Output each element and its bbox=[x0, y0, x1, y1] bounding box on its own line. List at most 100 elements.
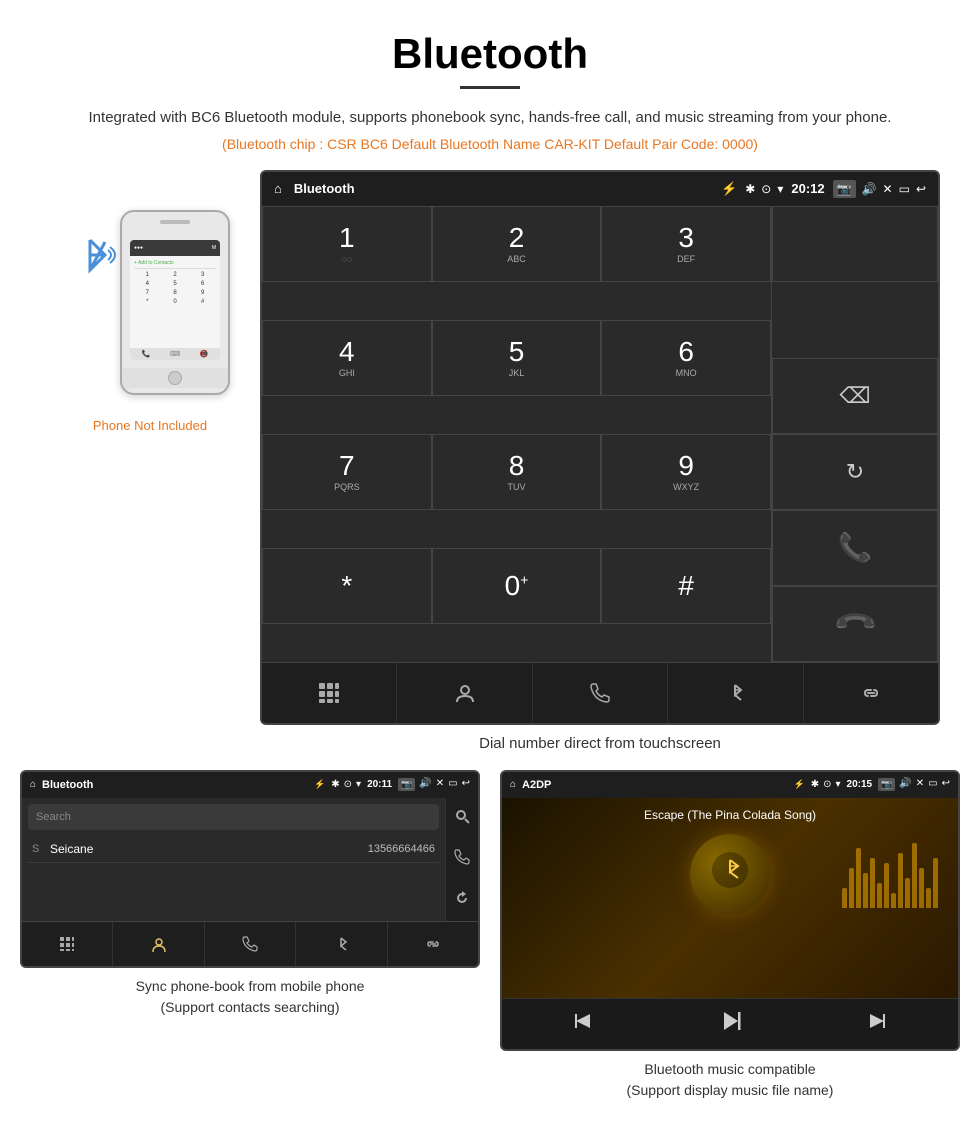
phonebook-side-icons bbox=[445, 798, 478, 921]
music-screen: ⌂ A2DP ⚡ ✱ ⊙ ▾ 20:15 📷 🔊 ✕ ▭ ↩ bbox=[500, 770, 960, 1051]
pb-status-icons: ✱ ⊙ ▾ bbox=[331, 779, 361, 790]
phonebook-screen: ⌂ Bluetooth ⚡ ✱ ⊙ ▾ 20:11 📷 🔊 ✕ ▭ ↩ bbox=[20, 770, 480, 968]
statusbar-time: 20:12 bbox=[791, 181, 824, 196]
pb-time: 20:11 bbox=[367, 779, 392, 790]
music-next-btn[interactable] bbox=[865, 1009, 889, 1039]
pb-title: Bluetooth bbox=[42, 779, 308, 791]
close-icon: ✕ bbox=[883, 182, 893, 196]
dialer-side-panel: ⌫ ↻ 📞 📞 bbox=[772, 206, 938, 662]
music-note-icon bbox=[710, 850, 750, 898]
bottom-contacts-icon[interactable] bbox=[397, 663, 532, 723]
bottom-apps-icon[interactable] bbox=[262, 663, 397, 723]
signal-icon: ▾ bbox=[777, 182, 783, 196]
phonebook-body: Search S Seicane 13566664466 bbox=[22, 798, 478, 921]
contact-letter: S bbox=[32, 843, 50, 855]
pb-back-icon: ↩ bbox=[462, 778, 470, 791]
phonebook-list-area: Search S Seicane 13566664466 bbox=[22, 798, 445, 921]
dialer-backspace-btn[interactable]: ⌫ bbox=[772, 358, 938, 434]
dial-key-9[interactable]: 9 WXYZ bbox=[601, 434, 771, 510]
contact-name: Seicane bbox=[50, 842, 368, 856]
car-dialer-screen: ⌂ Bluetooth ⚡ ✱ ⊙ ▾ 20:12 📷 🔊 ✕ ▭ ↩ 1 bbox=[260, 170, 940, 725]
phonebook-screen-block: ⌂ Bluetooth ⚡ ✱ ⊙ ▾ 20:11 📷 🔊 ✕ ▭ ↩ bbox=[20, 770, 480, 1101]
bottom-bluetooth-icon[interactable] bbox=[668, 663, 803, 723]
pb-apps-icon[interactable] bbox=[22, 922, 113, 966]
dialer-display-area bbox=[772, 206, 938, 282]
back-icon: ↩ bbox=[916, 182, 926, 196]
statusbar-bt-title: Bluetooth bbox=[294, 181, 713, 196]
music-loc-icon: ⊙ bbox=[823, 779, 831, 790]
bottom-screens: ⌂ Bluetooth ⚡ ✱ ⊙ ▾ 20:11 📷 🔊 ✕ ▭ ↩ bbox=[0, 770, 980, 1101]
dialer-bottom-bar bbox=[262, 662, 938, 723]
pb-contacts-icon[interactable] bbox=[113, 922, 204, 966]
phone-not-included-label: Phone Not Included bbox=[93, 418, 207, 433]
music-x-icon: ✕ bbox=[916, 778, 924, 791]
location-icon: ⊙ bbox=[761, 182, 771, 196]
dialer-call-green-btn[interactable]: 📞 bbox=[772, 510, 938, 586]
music-win-icon: ▭ bbox=[928, 778, 937, 791]
contact-number: 13566664466 bbox=[368, 843, 435, 855]
pb-home-icon: ⌂ bbox=[30, 779, 36, 790]
phone-illustration-col: ●●● M + Add to Contacts 123 456 789 *0# bbox=[40, 200, 260, 433]
music-caption: Bluetooth music compatible(Support displ… bbox=[627, 1059, 834, 1101]
dial-caption: Dial number direct from touchscreen bbox=[220, 735, 980, 752]
pb-link-icon[interactable] bbox=[388, 922, 478, 966]
phonebook-bottom-bar bbox=[22, 921, 478, 966]
music-prev-btn[interactable] bbox=[571, 1009, 595, 1039]
music-album-art bbox=[690, 834, 770, 914]
pb-bt-icon: ✱ bbox=[331, 779, 339, 790]
page-title: Bluetooth bbox=[0, 30, 980, 78]
phonebook-caption: Sync phone-book from mobile phone(Suppor… bbox=[136, 976, 365, 1018]
title-underline bbox=[460, 86, 520, 89]
statusbar-icons: ✱ ⊙ ▾ bbox=[745, 182, 783, 196]
statusbar-usb-icon: ⚡ bbox=[721, 181, 737, 197]
music-screen-block: ⌂ A2DP ⚡ ✱ ⊙ ▾ 20:15 📷 🔊 ✕ ▭ ↩ bbox=[500, 770, 960, 1101]
pb-bt-icon[interactable] bbox=[296, 922, 387, 966]
music-vol-icon: 🔊 bbox=[899, 778, 911, 791]
music-caption-text: Bluetooth music compatible(Support displ… bbox=[627, 1061, 834, 1098]
music-statusbar: ⌂ A2DP ⚡ ✱ ⊙ ▾ 20:15 📷 🔊 ✕ ▭ ↩ bbox=[502, 772, 958, 798]
music-time: 20:15 bbox=[847, 779, 873, 790]
dial-key-4[interactable]: 4 GHI bbox=[262, 320, 432, 396]
pb-side-phone-icon[interactable] bbox=[446, 839, 478, 880]
music-sig-icon: ▾ bbox=[835, 779, 840, 790]
phonebook-statusbar: ⌂ Bluetooth ⚡ ✱ ⊙ ▾ 20:11 📷 🔊 ✕ ▭ ↩ bbox=[22, 772, 478, 798]
main-section: ●●● M + Add to Contacts 123 456 789 *0# bbox=[0, 170, 980, 725]
bottom-link-icon[interactable] bbox=[804, 663, 938, 723]
music-usb-icon: ⚡ bbox=[793, 779, 804, 790]
car-statusbar: ⌂ Bluetooth ⚡ ✱ ⊙ ▾ 20:12 📷 🔊 ✕ ▭ ↩ bbox=[262, 172, 938, 206]
music-title-bar: A2DP bbox=[522, 779, 787, 791]
pb-cam-icon: 📷 bbox=[398, 778, 415, 791]
dial-key-8[interactable]: 8 TUV bbox=[432, 434, 602, 510]
music-content-area: Escape (The Pina Colada Song) bbox=[502, 798, 958, 998]
dialer-area: 1 ◌◌ 2 ABC 3 DEF 4 GHI 5 JKL bbox=[262, 206, 938, 662]
dial-key-2[interactable]: 2 ABC bbox=[432, 206, 602, 282]
dial-key-1[interactable]: 1 ◌◌ bbox=[262, 206, 432, 282]
pb-side-reload-icon[interactable] bbox=[446, 880, 478, 921]
pb-win-icon: ▭ bbox=[448, 778, 457, 791]
pb-side-search-icon[interactable] bbox=[446, 798, 478, 839]
music-bt-icon: ✱ bbox=[811, 779, 819, 790]
bottom-phone-icon[interactable] bbox=[533, 663, 668, 723]
pb-phone-icon[interactable] bbox=[205, 922, 296, 966]
dialer-call-red-btn[interactable]: 📞 bbox=[772, 586, 938, 662]
bt-status-icon: ✱ bbox=[745, 182, 755, 196]
dialer-reload-btn[interactable]: ↻ bbox=[772, 434, 938, 510]
phonebook-search-bar[interactable]: Search bbox=[28, 804, 439, 830]
phonebook-contact-row[interactable]: S Seicane 13566664466 bbox=[28, 836, 439, 863]
statusbar-right-icons: 📷 🔊 ✕ ▭ ↩ bbox=[833, 180, 926, 198]
music-home-icon: ⌂ bbox=[510, 779, 516, 790]
pb-loc-icon: ⊙ bbox=[344, 779, 352, 790]
dial-key-5[interactable]: 5 JKL bbox=[432, 320, 602, 396]
music-right-icons: 📷 🔊 ✕ ▭ ↩ bbox=[878, 778, 950, 791]
music-song-title: Escape (The Pina Colada Song) bbox=[644, 808, 816, 822]
dial-key-star[interactable]: * bbox=[262, 548, 432, 624]
dial-key-0[interactable]: 0+ bbox=[432, 548, 602, 624]
dial-key-6[interactable]: 6 MNO bbox=[601, 320, 771, 396]
dialer-keypad: 1 ◌◌ 2 ABC 3 DEF 4 GHI 5 JKL bbox=[262, 206, 772, 662]
dial-key-3[interactable]: 3 DEF bbox=[601, 206, 771, 282]
music-play-pause-btn[interactable] bbox=[716, 1007, 744, 1041]
page-subtitle: Integrated with BC6 Bluetooth module, su… bbox=[0, 107, 980, 130]
dial-key-hash[interactable]: # bbox=[601, 548, 771, 624]
dial-key-7[interactable]: 7 PQRS bbox=[262, 434, 432, 510]
music-cam-icon: 📷 bbox=[878, 778, 895, 791]
